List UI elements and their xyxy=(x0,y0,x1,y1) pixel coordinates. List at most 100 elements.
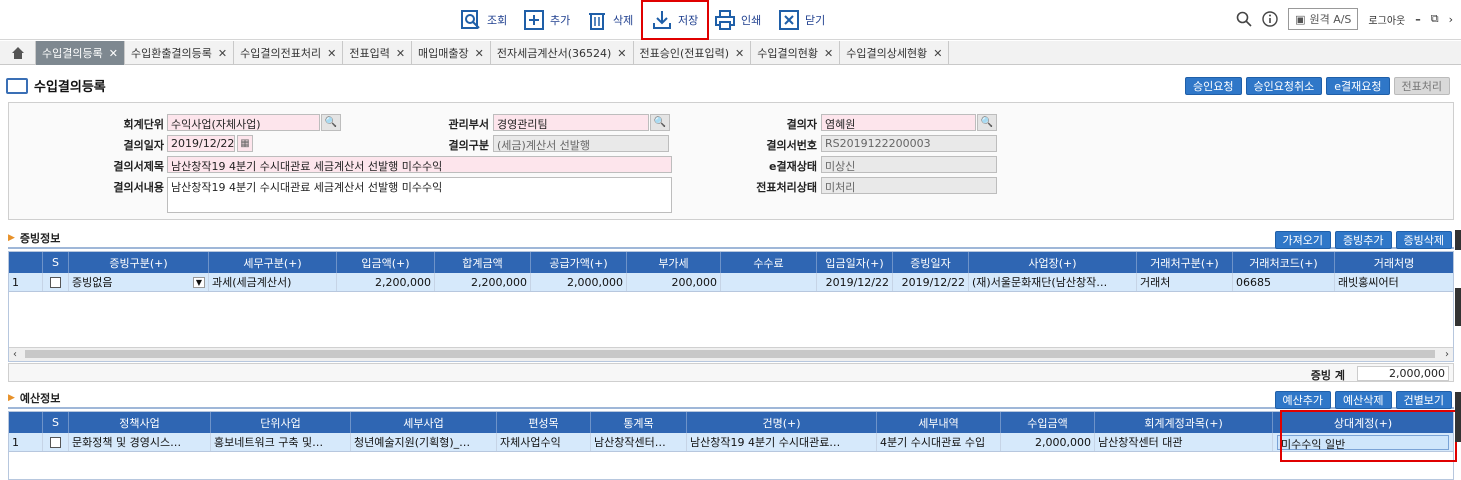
search-icon[interactable] xyxy=(1236,11,1252,27)
unit-project-cell[interactable]: 홍보네트워크 구축 및… xyxy=(211,433,351,451)
subject-field[interactable]: 남산창작19 4분기 수시대관료 세금계산서 선발행 미수수익 xyxy=(167,156,672,173)
tab-close-icon[interactable]: ✕ xyxy=(218,47,227,60)
tab-close-icon[interactable]: ✕ xyxy=(475,47,484,60)
col-header[interactable]: 입금액(+) xyxy=(337,252,435,273)
evidence-type-cell[interactable]: 증빙없음 ▼ xyxy=(69,273,209,291)
calendar-icon[interactable]: ▦ xyxy=(237,135,253,152)
restore-icon[interactable]: ⧉ xyxy=(1431,12,1439,26)
content-textarea[interactable]: 남산창작19 4분기 수시대관료 세금계산서 선발행 미수수익 xyxy=(167,177,672,213)
col-header[interactable]: 합계금액 xyxy=(435,252,531,273)
tab-close-icon[interactable]: ✕ xyxy=(396,47,405,60)
col-header[interactable]: S xyxy=(43,252,69,273)
type-select[interactable]: (세금)계산서 선발행 xyxy=(493,135,669,152)
unit-field[interactable]: 수익사업(자체사업) xyxy=(167,114,320,131)
income-amount-cell[interactable]: 2,000,000 xyxy=(1001,433,1095,451)
tab-close-icon[interactable]: ✕ xyxy=(327,47,336,60)
scroll-left-icon[interactable]: ‹ xyxy=(13,349,17,360)
tab-resolution-status[interactable]: 수입결의현황 ✕ xyxy=(751,41,841,65)
client-name-cell[interactable]: 래빗홍씨어터 xyxy=(1335,273,1453,291)
approver-search-icon[interactable]: 🔍 xyxy=(977,114,997,131)
approver-field[interactable]: 염혜원 xyxy=(821,114,976,131)
detail-project-cell[interactable]: 청년예술지원(기획형)_… xyxy=(351,433,497,451)
tab-purchase-sales[interactable]: 매입매출장 ✕ xyxy=(412,41,491,65)
search-button[interactable]: 조회 xyxy=(460,8,507,32)
unit-search-icon[interactable]: 🔍 xyxy=(321,114,341,131)
account-cell[interactable]: 남산창작센터 대관 xyxy=(1095,433,1273,451)
delete-budget-button[interactable]: 예산삭제 xyxy=(1335,391,1392,409)
row-checkbox[interactable] xyxy=(50,436,61,448)
detail-desc-cell[interactable]: 4분기 수시대관료 수입 xyxy=(877,433,1001,451)
scrollbar-thumb[interactable] xyxy=(25,350,1435,358)
tax-type-cell[interactable]: 과세(세금계산서) xyxy=(209,273,337,291)
table-row[interactable]: 1 문화정책 및 경영시스… 홍보네트워크 구축 및… 청년예술지원(기획형)_… xyxy=(9,433,1453,452)
deposit-amount-cell[interactable]: 2,200,000 xyxy=(337,273,435,291)
tab-refund-resolution[interactable]: 수입환출결의등록 ✕ xyxy=(125,41,235,65)
voucher-process-button[interactable]: 전표처리 xyxy=(1393,77,1450,95)
tab-e-tax-invoice[interactable]: 전자세금계산서(36524) ✕ xyxy=(491,41,634,65)
table-row[interactable]: 1 증빙없음 ▼ 과세(세금계산서) 2,200,000 2,200,000 2,… xyxy=(9,273,1453,292)
add-evidence-button[interactable]: 증빙추가 xyxy=(1335,231,1392,249)
budget-item-cell[interactable]: 자체사업수익 xyxy=(497,433,591,451)
col-header[interactable]: 사업장(+) xyxy=(969,252,1137,273)
tab-close-icon[interactable]: ✕ xyxy=(109,47,118,60)
col-header[interactable]: 세무구분(+) xyxy=(209,252,337,273)
tab-close-icon[interactable]: ✕ xyxy=(735,47,744,60)
col-header[interactable]: 편성목 xyxy=(497,412,591,433)
tab-income-resolution-register[interactable]: 수입결의등록 ✕ xyxy=(36,41,125,65)
delete-button[interactable]: 삭제 xyxy=(586,8,633,32)
col-header[interactable]: 세부내역 xyxy=(877,412,1001,433)
tab-voucher-approval[interactable]: 전표승인(전표입력) ✕ xyxy=(634,41,752,65)
deposit-date-cell[interactable]: 2019/12/22 xyxy=(817,273,893,291)
close-button[interactable]: 닫기 xyxy=(778,8,825,32)
col-header[interactable]: S xyxy=(43,412,69,433)
tab-close-icon[interactable]: ✕ xyxy=(933,47,942,60)
item-name-cell[interactable]: 남산창작19 4분기 수시대관료… xyxy=(687,433,877,451)
cancel-approval-request-button[interactable]: 승인요청취소 xyxy=(1245,77,1323,95)
col-header[interactable]: 정책사업 xyxy=(69,412,211,433)
col-header[interactable]: 입금일자(+) xyxy=(817,252,893,273)
col-header[interactable]: 회계계정과목(+) xyxy=(1095,412,1273,433)
delete-evidence-button[interactable]: 증빙삭제 xyxy=(1395,231,1452,249)
minimize-icon[interactable]: – xyxy=(1415,13,1421,26)
tab-close-icon[interactable]: ✕ xyxy=(617,47,626,60)
row-checkbox[interactable] xyxy=(50,276,61,288)
tab-resolution-detail-status[interactable]: 수입결의상세현황 ✕ xyxy=(840,41,950,65)
client-type-cell[interactable]: 거래처 xyxy=(1137,273,1233,291)
tab-voucher-input[interactable]: 전표입력 ✕ xyxy=(343,41,413,65)
col-header[interactable]: 공급가액(+) xyxy=(531,252,627,273)
col-header[interactable]: 거래처구분(+) xyxy=(1137,252,1233,273)
scroll-right-icon[interactable]: › xyxy=(1445,349,1449,360)
dept-search-icon[interactable]: 🔍 xyxy=(650,114,670,131)
col-header[interactable]: 건명(+) xyxy=(687,412,877,433)
col-header[interactable]: 거래처명 xyxy=(1335,252,1453,273)
col-header[interactable]: 수수료 xyxy=(721,252,817,273)
fee-cell[interactable] xyxy=(721,273,817,291)
site-cell[interactable]: (재)서울문화재단(남산창작… xyxy=(969,273,1137,291)
request-approval-button[interactable]: 승인요청 xyxy=(1185,77,1242,95)
col-header[interactable]: 증빙일자 xyxy=(893,252,969,273)
col-header[interactable]: 단위사업 xyxy=(211,412,351,433)
col-header[interactable]: 수입금액 xyxy=(1001,412,1095,433)
tab-home[interactable] xyxy=(0,41,36,65)
logout-link[interactable]: 로그아웃 xyxy=(1368,12,1405,27)
evidence-date-cell[interactable]: 2019/12/22 xyxy=(893,273,969,291)
client-code-cell[interactable]: 06685 xyxy=(1233,273,1335,291)
chevron-down-icon[interactable]: ▼ xyxy=(192,276,205,288)
col-header[interactable]: 증빙구분(+) xyxy=(69,252,209,273)
tab-resolution-voucher[interactable]: 수입결의전표처리 ✕ xyxy=(234,41,344,65)
close-window-icon[interactable]: › xyxy=(1449,13,1453,26)
info-icon[interactable] xyxy=(1262,11,1278,27)
col-header[interactable]: 거래처코드(+) xyxy=(1233,252,1335,273)
import-button[interactable]: 가져오기 xyxy=(1274,231,1332,249)
policy-cell[interactable]: 문화정책 및 경영시스… xyxy=(69,433,211,451)
tab-close-icon[interactable]: ✕ xyxy=(824,47,833,60)
add-button[interactable]: 추가 xyxy=(523,8,570,32)
col-header[interactable]: 부가세 xyxy=(627,252,721,273)
print-button[interactable]: 인쇄 xyxy=(714,8,761,32)
remote-support-button[interactable]: ▣ 원격 A/S xyxy=(1288,8,1359,30)
evidence-horizontal-scrollbar[interactable]: ‹ › xyxy=(9,347,1453,361)
add-budget-button[interactable]: 예산추가 xyxy=(1274,391,1332,409)
col-header[interactable]: 세부사업 xyxy=(351,412,497,433)
stat-item-cell[interactable]: 남산창작센터… xyxy=(591,433,687,451)
e-approval-request-button[interactable]: e결재요청 xyxy=(1326,77,1390,95)
